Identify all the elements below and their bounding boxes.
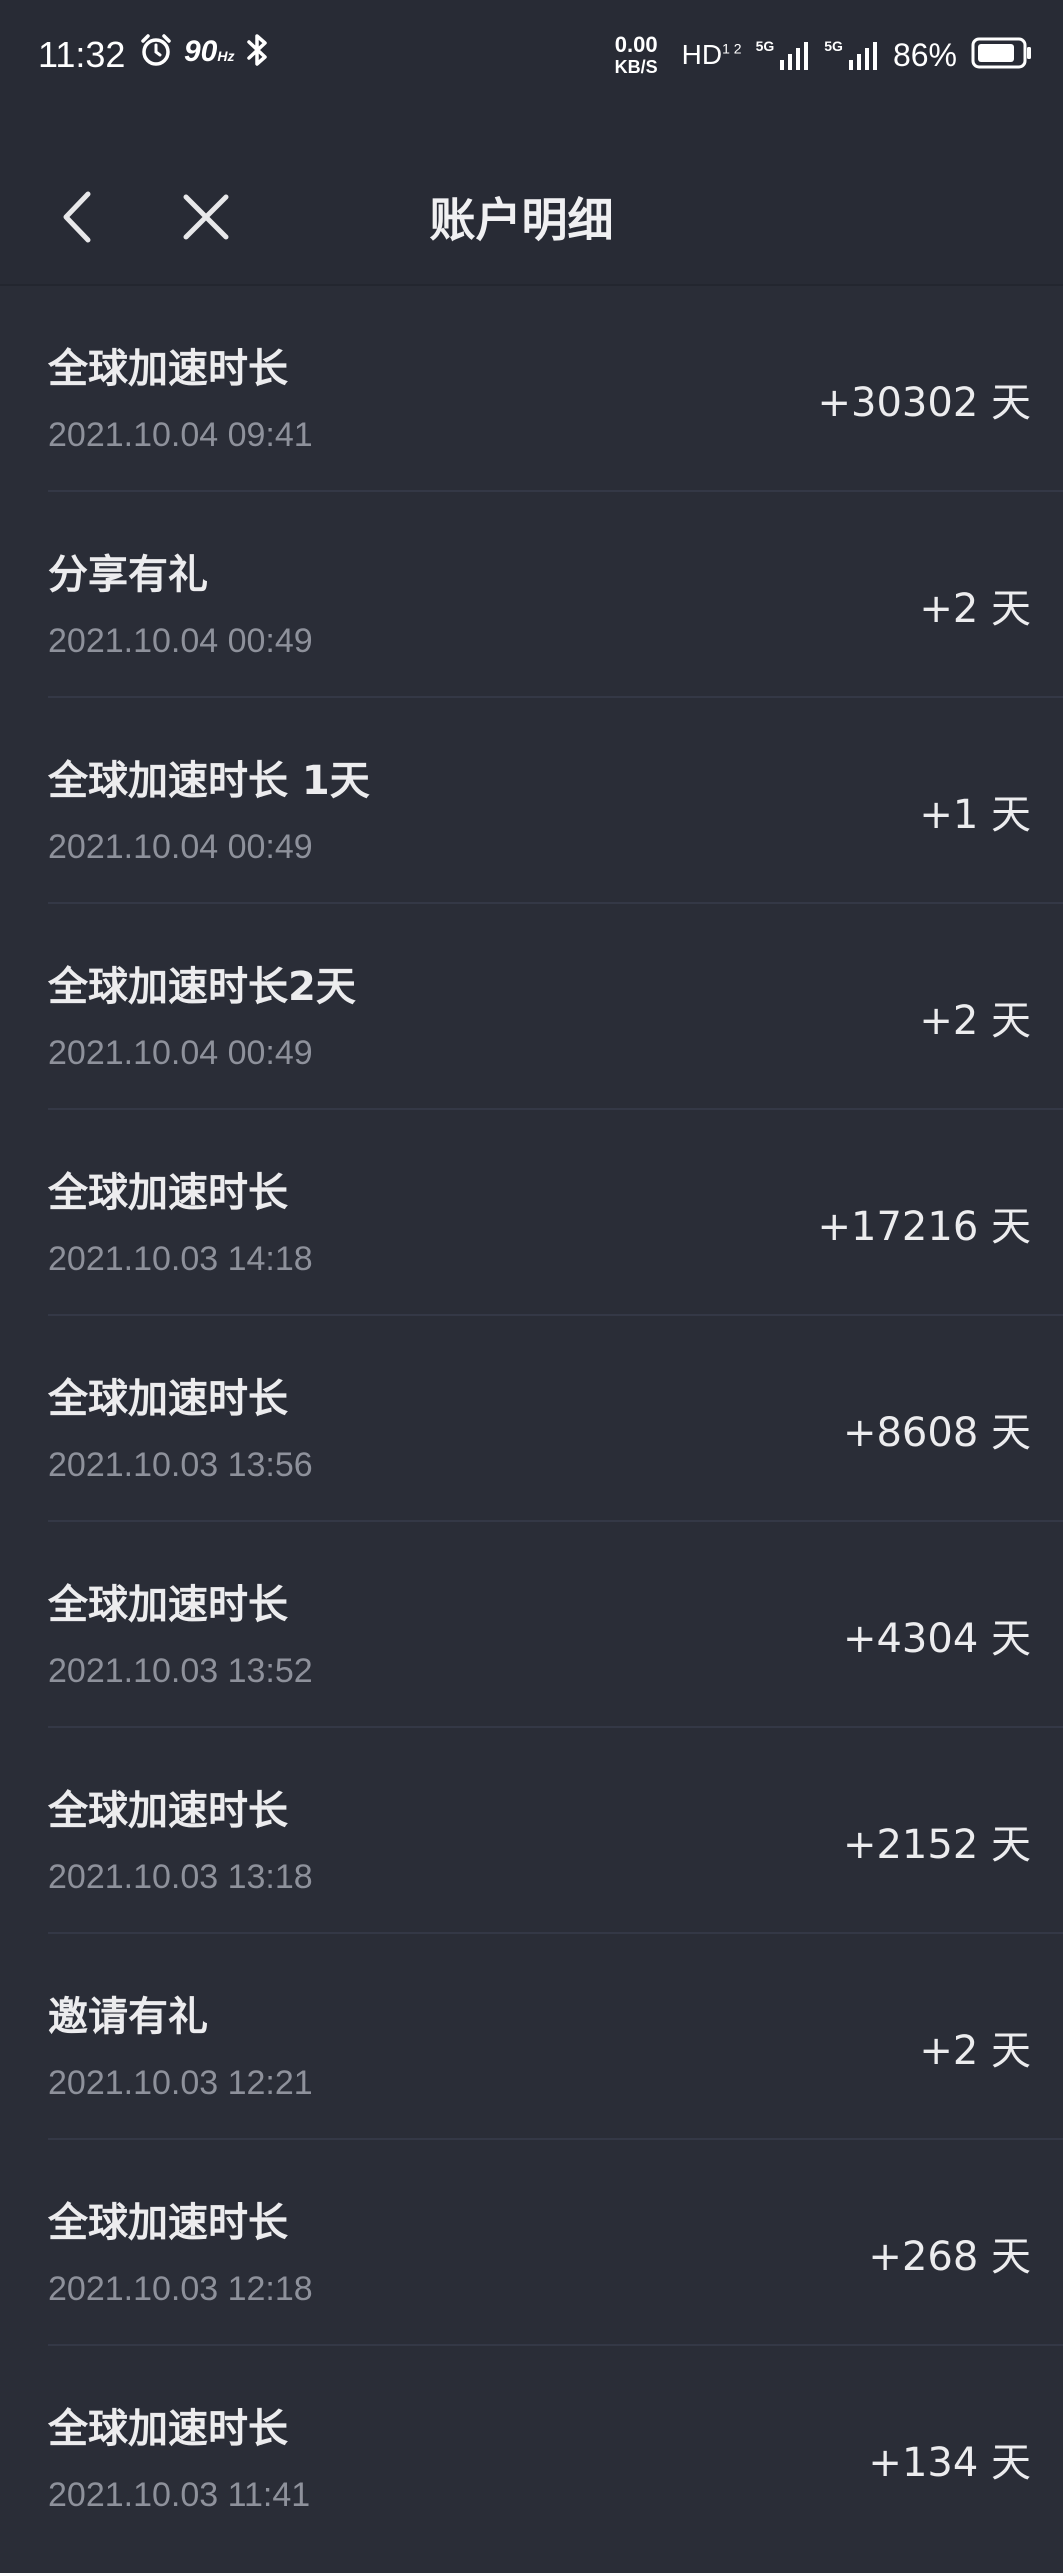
record-amount: +2152 天 (842, 1822, 1031, 1868)
list-item[interactable]: 全球加速时长2天 2021.10.04 00:49 +2 天 (0, 904, 1063, 1110)
record-date: 2021.10.03 12:21 (48, 2064, 313, 2102)
battery-icon (971, 37, 1033, 73)
record-title: 全球加速时长 (48, 1376, 288, 1422)
status-right: 0.00 KB/S HD1 2 5G 5G 86% (615, 30, 1033, 80)
record-title: 全球加速时长 (48, 346, 288, 392)
refresh-rate: 90Hz (184, 35, 235, 68)
list-item[interactable]: 邀请有礼 2021.10.03 12:21 +2 天 (0, 1934, 1063, 2140)
battery-percent: 86% (892, 36, 957, 73)
page-title: 账户明细 (429, 193, 614, 247)
record-title: 全球加速时长 (48, 1788, 288, 1834)
header-bar: 账户明细 (0, 112, 1063, 286)
record-title: 全球加速时长 (48, 2406, 288, 2452)
record-date: 2021.10.03 14:18 (48, 1240, 313, 1278)
record-title: 邀请有礼 (48, 1994, 208, 2040)
status-time: 11:32 (38, 34, 126, 75)
record-date: 2021.10.04 00:49 (48, 828, 313, 866)
bluetooth-icon (245, 32, 271, 72)
record-title: 全球加速时长2天 (48, 964, 356, 1010)
record-amount: +268 天 (868, 2234, 1031, 2280)
record-title: 分享有礼 (48, 552, 208, 598)
status-bar: 11:32 90Hz 0.00 KB/S HD1 2 5G 5G 86% (0, 0, 1063, 112)
record-amount: +2 天 (919, 998, 1031, 1044)
record-date: 2021.10.03 11:41 (48, 2476, 311, 2514)
record-date: 2021.10.04 09:41 (48, 416, 313, 454)
record-amount: +134 天 (868, 2440, 1031, 2486)
record-date: 2021.10.03 13:52 (48, 1652, 313, 1690)
record-amount: +2 天 (919, 586, 1031, 632)
list-item[interactable]: 全球加速时长 2021.10.03 13:52 +4304 天 (0, 1522, 1063, 1728)
status-left-icons: 90Hz (138, 30, 271, 74)
record-title: 全球加速时长 (48, 2200, 288, 2246)
hd-voice-indicator: HD1 2 (681, 39, 742, 70)
list-item[interactable]: 全球加速时长 2021.10.03 14:18 +17216 天 (0, 1110, 1063, 1316)
list-item[interactable]: 全球加速时长 2021.10.03 13:56 +8608 天 (0, 1316, 1063, 1522)
list-item[interactable]: 全球加速时长 2021.10.03 11:41 +134 天 (0, 2346, 1063, 2552)
record-date: 2021.10.04 00:49 (48, 622, 313, 660)
record-date: 2021.10.03 12:18 (48, 2270, 313, 2308)
record-amount: +1 天 (919, 792, 1031, 838)
list-item[interactable]: 全球加速时长 2021.10.03 13:18 +2152 天 (0, 1728, 1063, 1934)
list-item[interactable]: 全球加速时长 2021.10.03 12:18 +268 天 (0, 2140, 1063, 2346)
network-speed: 0.00 KB/S (614, 32, 658, 77)
record-title: 全球加速时长 1天 (48, 758, 370, 804)
account-detail-list: 全球加速时长 2021.10.04 09:41 +30302 天 分享有礼 20… (0, 286, 1063, 2552)
alarm-icon (138, 32, 174, 72)
record-amount: +4304 天 (842, 1616, 1031, 1662)
list-item[interactable]: 全球加速时长 1天 2021.10.04 00:49 +1 天 (0, 698, 1063, 904)
record-amount: +17216 天 (817, 1204, 1031, 1250)
signal-bars-icon (780, 42, 809, 70)
record-title: 全球加速时长 (48, 1582, 288, 1628)
record-title: 全球加速时长 (48, 1170, 288, 1216)
record-date: 2021.10.03 13:56 (48, 1446, 313, 1484)
record-amount: +2 天 (919, 2028, 1031, 2074)
list-item[interactable]: 全球加速时长 2021.10.04 09:41 +30302 天 (0, 286, 1063, 492)
signal-strength-1: 5G (756, 38, 811, 70)
record-date: 2021.10.04 00:49 (48, 1034, 313, 1072)
record-amount: +30302 天 (817, 380, 1031, 426)
record-date: 2021.10.03 13:18 (48, 1858, 313, 1896)
list-item[interactable]: 分享有礼 2021.10.04 00:49 +2 天 (0, 492, 1063, 698)
signal-bars-icon (848, 42, 877, 70)
record-amount: +8608 天 (842, 1410, 1031, 1456)
signal-strength-2: 5G (824, 38, 879, 70)
